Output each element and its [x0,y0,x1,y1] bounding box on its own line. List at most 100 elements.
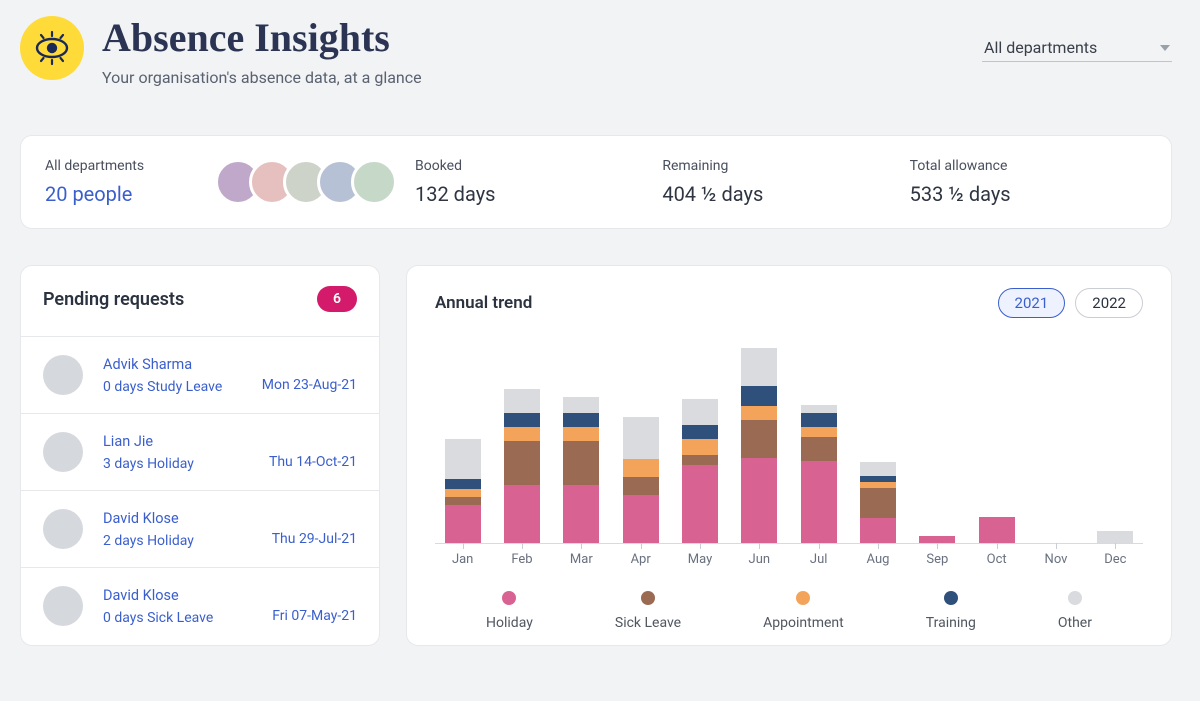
legend-label: Sick Leave [615,615,681,631]
bar-segment [504,389,540,413]
trend-legend: Holiday Sick Leave Appointment Training Othe… [435,591,1143,631]
bar-segment [445,479,481,489]
bar-segment [445,439,481,479]
bar-jul[interactable] [801,405,837,543]
people-avatar-stack[interactable] [215,159,405,205]
bar-segment [919,536,955,543]
bar-jan[interactable] [445,439,481,543]
bar-segment [623,495,659,543]
summary-people-link[interactable]: 20 people [45,182,205,206]
legend-dot [502,591,516,605]
annual-trend-card: Annual trend 20212022 JanFebMarAprMayJun… [406,265,1172,646]
pending-request-item[interactable]: Advik Sharma0 days Study LeaveMon 23-Aug… [21,336,379,413]
booked-label: Booked [415,158,652,174]
bar-segment [504,441,540,485]
bar-segment [623,477,659,495]
bar-segment [801,405,837,413]
chevron-down-icon [1160,45,1170,51]
x-tick: Nov [1034,552,1077,567]
x-tick: Jul [797,552,840,567]
remaining-value: 404 ½ days [662,182,899,206]
bar-may[interactable] [682,399,718,543]
bar-segment [860,488,896,518]
pending-count-badge: 6 [317,286,357,312]
bar-mar[interactable] [563,397,599,543]
bar-segment [741,406,777,420]
allowance-label: Total allowance [910,158,1147,174]
request-meta: 0 days Study Leave [103,379,250,395]
bar-dec[interactable] [1097,531,1133,543]
x-tick: Feb [500,552,543,567]
request-name: Lian Jie [103,433,257,450]
bar-segment [860,462,896,476]
legend-label: Other [1058,615,1092,631]
legend-dot [1068,591,1082,605]
bar-oct[interactable] [979,517,1015,543]
bar-segment [682,399,718,425]
request-date: Mon 23-Aug-21 [262,377,357,395]
x-tick: Oct [975,552,1018,567]
bar-segment [801,427,837,437]
bar-segment [623,459,659,477]
allowance-value: 533 ½ days [910,182,1147,206]
summary-card: All departments 20 people Booked 132 day… [20,135,1172,229]
bar-aug[interactable] [860,462,896,543]
legend-label: Holiday [486,615,533,631]
x-tick: Aug [856,552,899,567]
request-meta: 0 days Sick Leave [103,610,260,626]
trend-x-axis: JanFebMarAprMayJunJulAugSepOctNovDec [435,552,1143,567]
legend-dot [641,591,655,605]
pending-requests-title: Pending requests [43,289,184,310]
legend-label: Appointment [763,615,844,631]
legend-label: Training [926,615,976,631]
summary-scope-label: All departments [45,158,205,174]
x-tick: Dec [1094,552,1137,567]
year-pill-2022[interactable]: 2022 [1075,288,1143,318]
bar-segment [504,427,540,441]
bar-segment [979,517,1015,543]
bar-segment [563,397,599,413]
bar-segment [445,497,481,505]
bar-segment [741,420,777,458]
bar-segment [682,465,718,543]
pending-requests-card: Pending requests 6 Advik Sharma0 days St… [20,265,380,646]
year-pill-2021[interactable]: 2021 [998,288,1066,318]
bar-segment [504,485,540,543]
pending-request-item[interactable]: David Klose2 days HolidayThu 29-Jul-21 [21,490,379,567]
pending-request-item[interactable]: Lian Jie3 days HolidayThu 14-Oct-21 [21,413,379,490]
bar-jun[interactable] [741,348,777,543]
x-tick: May [678,552,721,567]
bar-segment [623,417,659,459]
bar-segment [682,455,718,465]
request-meta: 3 days Holiday [103,456,257,472]
request-name: David Klose [103,510,260,527]
avatar [43,355,83,395]
bar-segment [860,518,896,543]
avatar [43,509,83,549]
department-filter-value: All departments [984,38,1097,57]
bar-segment [741,386,777,406]
legend-item[interactable]: Other [1058,591,1092,631]
department-filter[interactable]: All departments [982,32,1172,62]
legend-dot [796,591,810,605]
request-meta: 2 days Holiday [103,533,260,549]
legend-item[interactable]: Sick Leave [615,591,681,631]
logo [20,16,84,80]
bar-segment [563,413,599,427]
legend-item[interactable]: Holiday [486,591,533,631]
bar-segment [741,458,777,543]
avatar [43,432,83,472]
legend-item[interactable]: Appointment [763,591,844,631]
bar-apr[interactable] [623,417,659,543]
bar-segment [741,348,777,386]
legend-item[interactable]: Training [926,591,976,631]
x-tick: Jun [738,552,781,567]
pending-request-item[interactable]: David Klose0 days Sick LeaveFri 07-May-2… [21,567,379,644]
year-toggle: 2021 2022 [998,288,1143,318]
avatar [351,159,397,205]
bar-feb[interactable] [504,389,540,543]
bar-sep[interactable] [919,536,955,543]
bar-segment [563,427,599,441]
eye-icon [32,28,72,68]
bar-segment [504,413,540,427]
